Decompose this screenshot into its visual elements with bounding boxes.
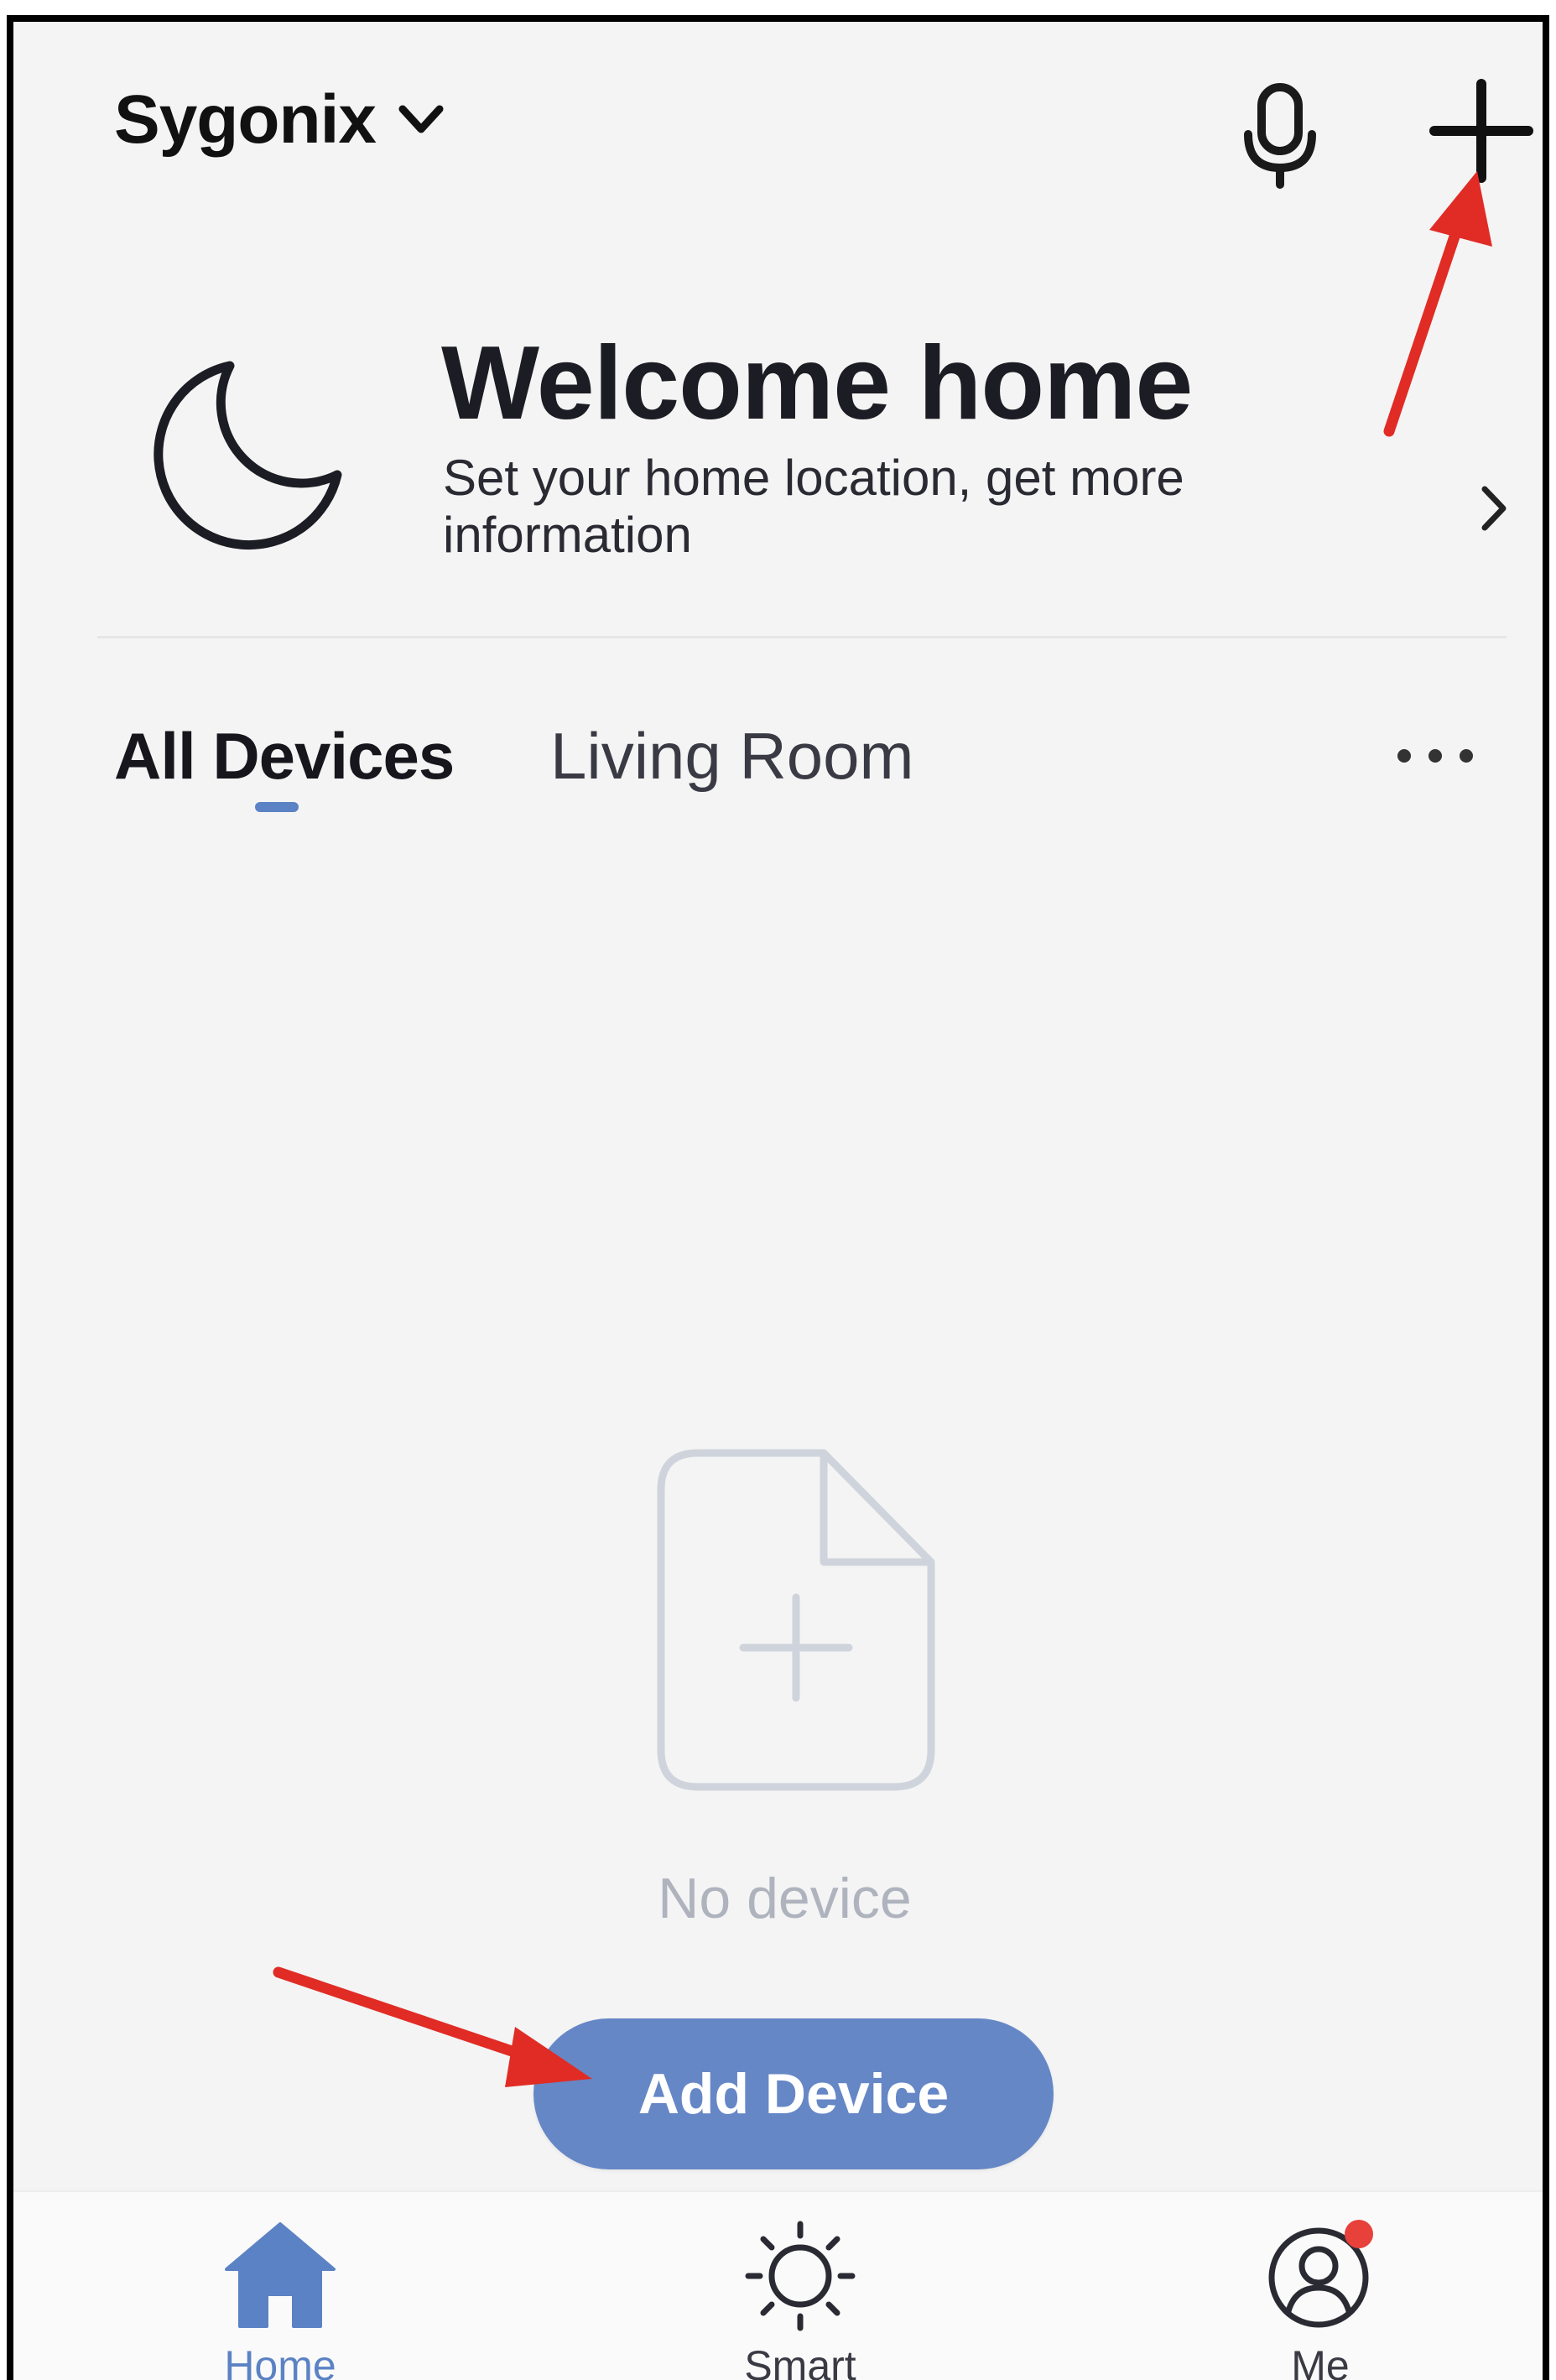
tab-all-devices[interactable]: All Devices — [114, 718, 455, 794]
nav-me-label: Me — [1291, 2342, 1350, 2380]
chevron-right-icon — [1481, 486, 1507, 531]
welcome-title: Welcome home — [441, 325, 1193, 441]
divider — [97, 636, 1507, 638]
plus-icon[interactable] — [1423, 72, 1540, 190]
microphone-icon[interactable] — [1230, 81, 1330, 190]
chevron-down-icon — [398, 105, 444, 133]
notification-badge — [1345, 2220, 1373, 2248]
nav-me[interactable]: Me — [1153, 2192, 1488, 2380]
nav-home-label: Home — [224, 2342, 336, 2380]
welcome-banner[interactable]: Welcome home Set your home location, get… — [64, 290, 1507, 609]
home-name: Sygonix — [114, 81, 377, 158]
welcome-subtitle: Set your home location, get more informa… — [443, 450, 1184, 563]
add-file-icon — [657, 1449, 935, 1791]
tab-living-room[interactable]: Living Room — [550, 718, 914, 794]
home-selector[interactable]: Sygonix — [114, 81, 446, 159]
nav-home[interactable]: Home — [112, 2192, 448, 2380]
moon-icon — [154, 361, 342, 550]
add-device-button[interactable]: Add Device — [533, 2018, 1054, 2169]
sun-icon — [745, 2221, 856, 2331]
home-icon — [225, 2222, 336, 2328]
nav-smart[interactable]: Smart — [632, 2192, 968, 2380]
app-screen: Sygonix Welcome home Set your home locat… — [7, 15, 1549, 2380]
no-device-message: No device — [658, 1867, 912, 1930]
bottom-nav: Home Smart Me — [13, 2190, 1543, 2380]
user-icon — [1268, 2220, 1373, 2328]
more-icon[interactable] — [1389, 739, 1481, 773]
nav-smart-label: Smart — [744, 2342, 856, 2380]
tab-indicator — [255, 802, 299, 812]
